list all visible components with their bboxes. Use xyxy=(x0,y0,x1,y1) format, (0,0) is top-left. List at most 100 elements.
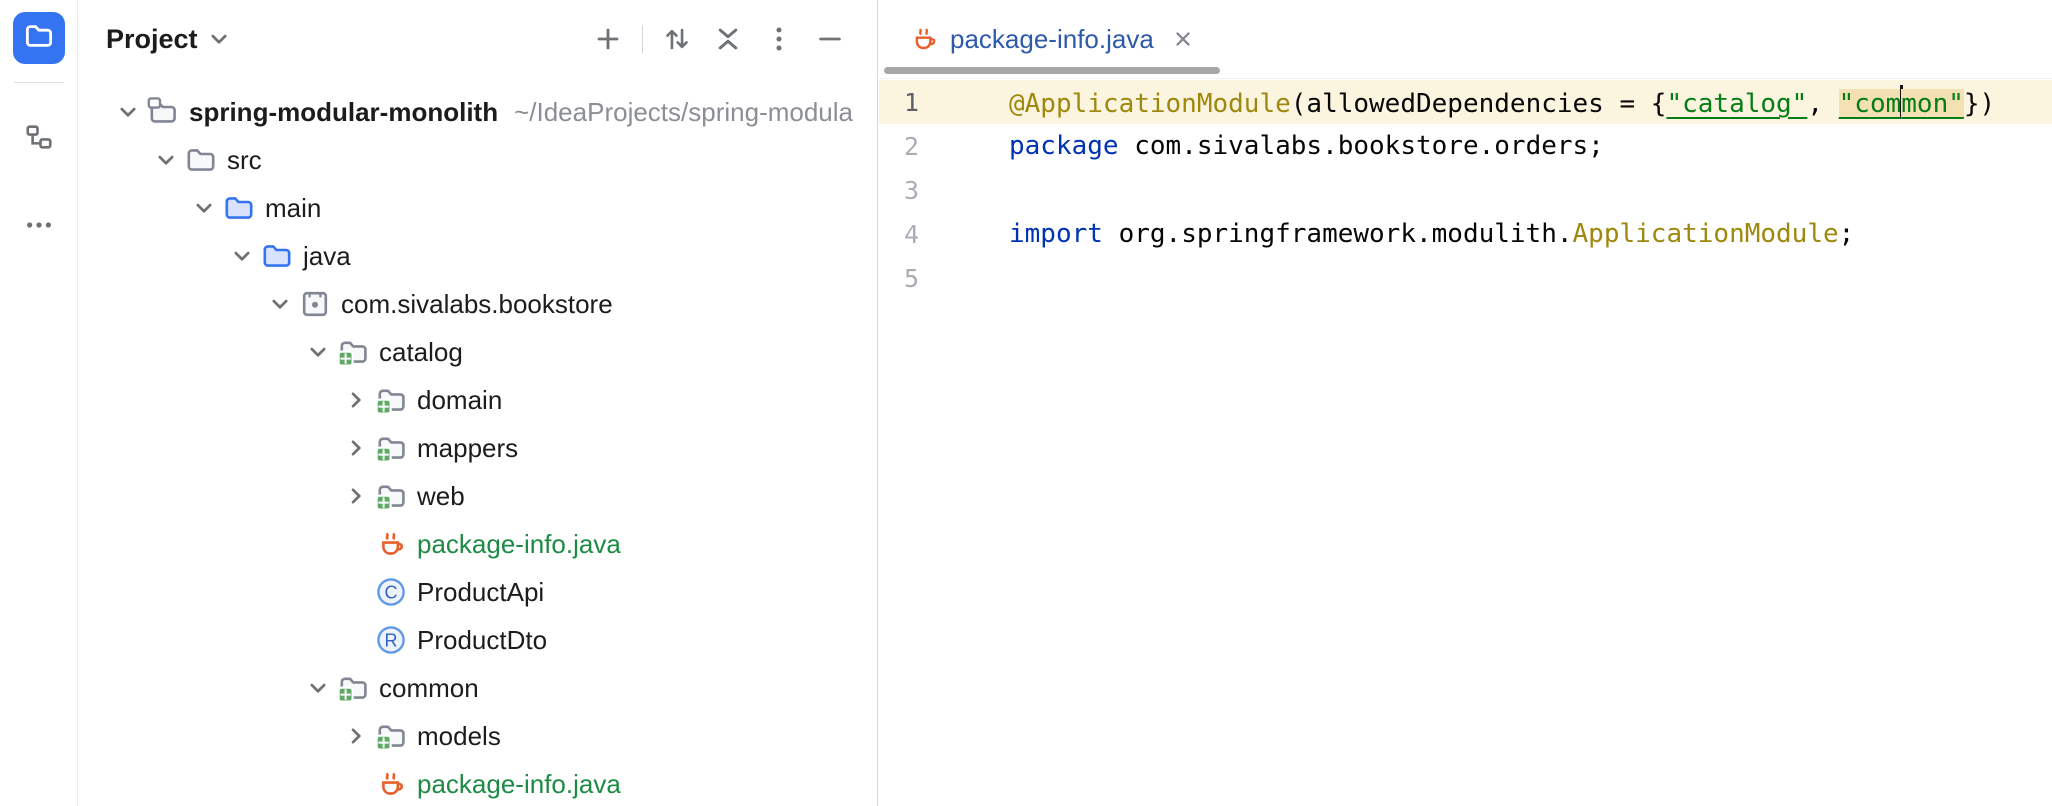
chevron-down-icon[interactable] xyxy=(227,243,257,269)
select-opened-file-button[interactable] xyxy=(660,22,694,56)
tree-row-main[interactable]: main xyxy=(79,184,877,232)
code-token: com.sivalabs.bookstore.orders; xyxy=(1119,131,1604,161)
code-editor[interactable]: 1@ApplicationModule(allowedDependencies … xyxy=(879,78,2052,806)
tree-row-productdto[interactable]: R ProductDto xyxy=(79,616,877,664)
module-folder-icon xyxy=(375,720,407,752)
tree-row-common[interactable]: common xyxy=(79,664,877,712)
record-icon: R xyxy=(375,624,407,656)
package-info-icon xyxy=(909,24,939,54)
package-icon xyxy=(299,288,331,320)
code-token: mon" xyxy=(1901,89,1964,119)
more-tools-button[interactable] xyxy=(13,201,65,253)
code-token: "com xyxy=(1839,89,1902,119)
chevron-down-icon[interactable] xyxy=(113,99,143,125)
tree-row-catalog[interactable]: catalog xyxy=(79,328,877,376)
line-number[interactable]: 1 xyxy=(879,88,952,117)
tree-row-label: ProductDto xyxy=(417,625,547,656)
code-line[interactable]: 4import org.springframework.modulith.App… xyxy=(879,212,2052,256)
tree-row-label: mappers xyxy=(417,433,518,464)
tree-row-src[interactable]: src xyxy=(79,136,877,184)
code-text: import org.springframework.modulith.Appl… xyxy=(952,219,1854,249)
tree-row-web[interactable]: web xyxy=(79,472,877,520)
tree-row-label: models xyxy=(417,721,501,752)
chevron-down-icon[interactable] xyxy=(189,195,219,221)
project-tool-icon xyxy=(24,21,54,56)
chevron-down-icon[interactable] xyxy=(303,675,333,701)
code-token: org.springframework.modulith. xyxy=(1103,219,1573,249)
tree-row-package-info-java[interactable]: package-info.java xyxy=(79,760,877,806)
collapse-all-button[interactable] xyxy=(711,22,745,56)
structure-icon xyxy=(24,122,54,157)
tab-package-info-java[interactable]: package-info.java xyxy=(879,0,1219,78)
chevron-down-icon[interactable] xyxy=(303,339,333,365)
tab-label: package-info.java xyxy=(950,24,1154,55)
project-folder-icon xyxy=(147,96,179,128)
activity-bar-divider xyxy=(14,82,64,83)
code-line[interactable]: 5 xyxy=(879,256,2052,300)
module-folder-icon xyxy=(375,480,407,512)
tree-row-label: src xyxy=(227,145,262,176)
structure-tool-button[interactable] xyxy=(13,113,65,165)
chevron-right-icon[interactable] xyxy=(341,387,371,413)
tree-row-label: ProductApi xyxy=(417,577,544,608)
module-folder-icon xyxy=(375,432,407,464)
project-tree: spring-modular-monolith~/IdeaProjects/sp… xyxy=(79,88,877,806)
code-text: @ApplicationModule(allowedDependencies =… xyxy=(952,85,1995,119)
source-folder-icon xyxy=(223,192,255,224)
active-tab-underline xyxy=(884,67,1220,74)
project-tool-button[interactable] xyxy=(13,12,65,64)
add-button[interactable] xyxy=(591,22,625,56)
hide-button[interactable] xyxy=(813,22,847,56)
tree-row-mappers[interactable]: mappers xyxy=(79,424,877,472)
tree-row-models[interactable]: models xyxy=(79,712,877,760)
activity-bar xyxy=(0,0,78,806)
chevron-down-icon[interactable] xyxy=(265,291,295,317)
tree-row-label: catalog xyxy=(379,337,463,368)
class-icon: C xyxy=(375,576,407,608)
chevron-right-icon[interactable] xyxy=(341,435,371,461)
module-folder-icon xyxy=(337,672,369,704)
code-token: , xyxy=(1807,89,1838,119)
line-number[interactable]: 5 xyxy=(879,264,952,293)
svg-text:R: R xyxy=(385,630,398,650)
code-token: (allowedDependencies = { xyxy=(1291,89,1667,119)
code-line[interactable]: 2package com.sivalabs.bookstore.orders; xyxy=(879,124,2052,168)
package-info-icon xyxy=(375,768,407,800)
project-panel-header: Project xyxy=(79,0,877,78)
code-token: }) xyxy=(1964,89,1995,119)
code-token: ; xyxy=(1839,219,1855,249)
tree-row-domain[interactable]: domain xyxy=(79,376,877,424)
chevron-right-icon[interactable] xyxy=(341,723,371,749)
tree-row-com-sivalabs-bookstore[interactable]: com.sivalabs.bookstore xyxy=(79,280,877,328)
tree-row-label: java xyxy=(303,241,351,272)
editor-area[interactable]: package-info.java 1@ApplicationModule(al… xyxy=(879,0,2052,806)
tree-row-label: package-info.java xyxy=(417,529,621,560)
line-number[interactable]: 3 xyxy=(879,176,952,205)
tree-row-label: com.sivalabs.bookstore xyxy=(341,289,613,320)
panel-title: Project xyxy=(106,24,198,55)
tree-row-spring-modular-monolith[interactable]: spring-modular-monolith~/IdeaProjects/sp… xyxy=(79,88,877,136)
line-number[interactable]: 2 xyxy=(879,132,952,161)
more-icon xyxy=(24,210,54,245)
line-number[interactable]: 4 xyxy=(879,220,952,249)
code-line[interactable]: 3 xyxy=(879,168,2052,212)
tree-row-package-info-java[interactable]: package-info.java xyxy=(79,520,877,568)
tree-row-label: package-info.java xyxy=(417,769,621,800)
tree-row-label: common xyxy=(379,673,479,704)
folder-icon xyxy=(185,144,217,176)
chevron-right-icon[interactable] xyxy=(341,483,371,509)
code-line[interactable]: 1@ApplicationModule(allowedDependencies … xyxy=(879,80,2052,124)
package-info-icon xyxy=(375,528,407,560)
tree-row-label: domain xyxy=(417,385,502,416)
code-token: "catalog" xyxy=(1666,89,1807,119)
code-token: @ApplicationModule xyxy=(1009,89,1291,119)
options-button[interactable] xyxy=(762,22,796,56)
close-icon[interactable] xyxy=(1171,27,1195,51)
ide-window: Project spring-modular-monolith~/IdeaPro… xyxy=(0,0,2052,806)
chevron-down-icon[interactable] xyxy=(206,26,232,52)
project-tool-window: Project spring-modular-monolith~/IdeaPro… xyxy=(79,0,878,806)
chevron-down-icon[interactable] xyxy=(151,147,181,173)
tree-row-productapi[interactable]: C ProductApi xyxy=(79,568,877,616)
tree-row-label: web xyxy=(417,481,465,512)
tree-row-java[interactable]: java xyxy=(79,232,877,280)
